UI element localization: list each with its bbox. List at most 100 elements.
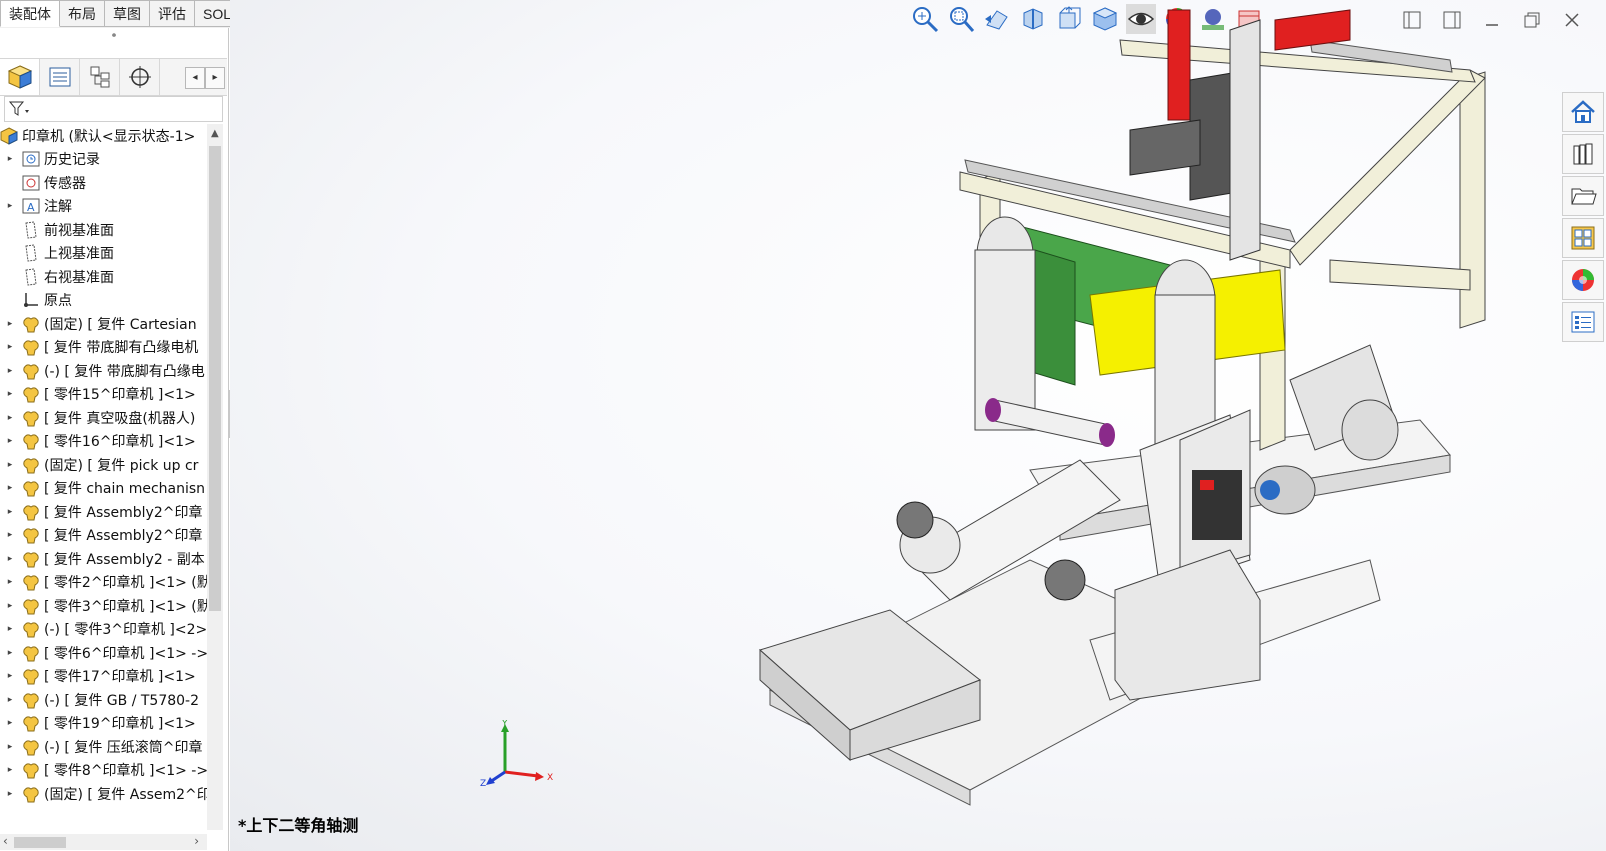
plane-icon <box>22 221 40 239</box>
assembly-3d-model[interactable] <box>730 0 1490 820</box>
tab-3[interactable]: 评估 <box>150 0 195 27</box>
tree-item[interactable]: ▸ [ 零件2^印章机 ]<1> (默 <box>0 571 207 595</box>
expand-arrow-icon[interactable]: ▸ <box>4 554 16 564</box>
tab-1[interactable]: 布局 <box>60 0 105 27</box>
file-explorer-icon[interactable] <box>1562 176 1604 216</box>
configuration-manager-icon[interactable] <box>80 59 120 95</box>
origin-icon <box>22 291 40 309</box>
home-icon[interactable] <box>1562 92 1604 132</box>
expand-arrow-icon[interactable]: ▸ <box>4 789 16 799</box>
panel-grip[interactable]: ⦁ <box>0 28 228 42</box>
tree-item[interactable]: ▸ (固定) [ 复件 Assem2^印 <box>0 782 207 806</box>
tree-item[interactable]: ▸ (固定) [ 复件 Cartesian <box>0 312 207 336</box>
expand-arrow-icon[interactable]: ▸ <box>4 601 16 611</box>
expand-arrow-icon[interactable]: ▸ <box>4 624 16 634</box>
tree-item-label: [ 零件3^印章机 ]<1> (默 <box>44 598 207 615</box>
task-pane-tabs <box>1562 92 1606 344</box>
subassembly-icon <box>22 761 40 779</box>
tree-item[interactable]: 原点 <box>0 289 207 313</box>
tree-item[interactable]: 右视基准面 <box>0 265 207 289</box>
expand-arrow-icon[interactable]: ▸ <box>4 648 16 658</box>
tree-item-label: [ 零件17^印章机 ]<1> <box>44 669 196 686</box>
tree-item[interactable]: ▸ [ 零件17^印章机 ]<1> <box>0 665 207 689</box>
tree-item[interactable]: ▸ [ 复件 Assembly2 - 副本 <box>0 547 207 571</box>
tree-item-label: [ 复件 chain mechanisn <box>44 481 206 498</box>
tree-item[interactable]: ▸ [ 复件 Assembly2^印章 <box>0 524 207 548</box>
tab-2[interactable]: 草图 <box>105 0 150 27</box>
expand-arrow-icon[interactable]: ▸ <box>4 483 16 493</box>
tree-item[interactable]: ▸ (-) [ 复件 GB / T5780-2 <box>0 688 207 712</box>
tree-item[interactable]: 上视基准面 <box>0 242 207 266</box>
graphics-area[interactable]: Y X Z <box>230 0 1606 851</box>
scroll-up-icon[interactable]: ▲ <box>211 128 219 139</box>
tree-item[interactable]: ▸ 历史记录 <box>0 148 207 172</box>
tree-item[interactable]: 印章机 (默认<显示状态-1> <box>0 124 207 148</box>
subassembly-icon <box>22 667 40 685</box>
appearances-icon[interactable] <box>1562 260 1604 300</box>
subassembly-icon <box>22 714 40 732</box>
expand-arrow-icon[interactable]: ▸ <box>4 507 16 517</box>
tree-item[interactable]: 传感器 <box>0 171 207 195</box>
property-manager-icon[interactable] <box>40 59 80 95</box>
scroll-right-icon[interactable]: ▸ <box>205 67 225 89</box>
expand-arrow-icon[interactable]: ▸ <box>4 319 16 329</box>
expand-arrow-icon[interactable]: ▸ <box>4 742 16 752</box>
expand-arrow-icon[interactable]: ▸ <box>4 389 16 399</box>
tree-vertical-scrollbar[interactable]: ▲ <box>207 124 223 830</box>
expand-arrow-icon[interactable]: ▸ <box>4 460 16 470</box>
subassembly-icon <box>22 338 40 356</box>
expand-arrow-icon[interactable]: ▸ <box>4 718 16 728</box>
tree-item[interactable]: ▸ A 注解 <box>0 195 207 219</box>
scroll-right-arrow-icon[interactable]: › <box>194 834 199 848</box>
tree-item[interactable]: ▸ [ 零件15^印章机 ]<1> <box>0 383 207 407</box>
expand-arrow-icon[interactable]: ▸ <box>4 530 16 540</box>
tree-item[interactable]: ▸ [ 零件16^印章机 ]<1> <box>0 430 207 454</box>
tree-item-label: 传感器 <box>44 175 86 192</box>
expand-arrow-icon[interactable]: ▸ <box>4 154 16 164</box>
expand-arrow-icon[interactable]: ▸ <box>4 671 16 681</box>
tree-item[interactable]: ▸ [ 复件 chain mechanisn <box>0 477 207 501</box>
restore-icon[interactable] <box>1520 8 1544 32</box>
tree-item[interactable]: ▸ (-) [ 复件 带底脚有凸缘电 <box>0 359 207 383</box>
expand-arrow-icon[interactable]: ▸ <box>4 366 16 376</box>
feature-manager-icon[interactable] <box>0 59 40 95</box>
tree-item[interactable]: ▸ [ 零件19^印章机 ]<1> <box>0 712 207 736</box>
filter-icon[interactable] <box>9 100 31 118</box>
tree-item-label: [ 零件16^印章机 ]<1> <box>44 434 196 451</box>
tree-item-label: [ 零件8^印章机 ]<1> -> <box>44 763 207 780</box>
tree-item[interactable]: ▸ [ 零件6^印章机 ]<1> -> <box>0 641 207 665</box>
tree-filter-box[interactable] <box>4 96 223 122</box>
scroll-left-icon[interactable]: ◂ <box>185 67 205 89</box>
expand-arrow-icon[interactable]: ▸ <box>4 436 16 446</box>
close-icon[interactable] <box>1560 8 1584 32</box>
tree-item[interactable]: ▸ [ 零件3^印章机 ]<1> (默 <box>0 594 207 618</box>
tree-item[interactable]: 前视基准面 <box>0 218 207 242</box>
assembly-icon <box>0 127 18 145</box>
expand-arrow-icon[interactable]: ▸ <box>4 577 16 587</box>
scroll-left-arrow-icon[interactable]: ‹ <box>3 834 8 848</box>
scrollbar-thumb[interactable] <box>209 146 221 611</box>
expand-arrow-icon[interactable]: ▸ <box>4 695 16 705</box>
tree-item-label: (-) [ 复件 GB / T5780-2 <box>44 692 199 709</box>
expand-arrow-icon[interactable]: ▸ <box>4 765 16 775</box>
tree-item-label: [ 零件15^印章机 ]<1> <box>44 387 196 404</box>
expand-arrow-icon[interactable]: ▸ <box>4 201 16 211</box>
scrollbar-thumb-horizontal[interactable] <box>14 837 66 848</box>
tree-horizontal-scrollbar[interactable]: ‹ › <box>0 834 207 850</box>
tree-item[interactable]: ▸ (固定) [ 复件 pick up cr <box>0 453 207 477</box>
tab-0[interactable]: 装配体 <box>0 0 60 27</box>
tree-item[interactable]: ▸ [ 复件 真空吸盘(机器人) <box>0 406 207 430</box>
tree-item-label: [ 复件 真空吸盘(机器人) <box>44 410 196 427</box>
tree-item[interactable]: ▸ [ 复件 带底脚有凸缘电机 <box>0 336 207 360</box>
view-palette-icon[interactable] <box>1562 218 1604 258</box>
dimxpert-icon[interactable] <box>120 59 160 95</box>
tree-item[interactable]: ▸ [ 复件 Assembly2^印章 <box>0 500 207 524</box>
expand-arrow-icon[interactable]: ▸ <box>4 342 16 352</box>
design-library-icon[interactable] <box>1562 134 1604 174</box>
sensor-icon <box>22 174 40 192</box>
expand-arrow-icon[interactable]: ▸ <box>4 413 16 423</box>
tree-item[interactable]: ▸ [ 零件8^印章机 ]<1> -> <box>0 759 207 783</box>
tree-item[interactable]: ▸ (-) [ 复件 压纸滚筒^印章 <box>0 735 207 759</box>
custom-properties-icon[interactable] <box>1562 302 1604 342</box>
tree-item[interactable]: ▸ (-) [ 零件3^印章机 ]<2> <box>0 618 207 642</box>
